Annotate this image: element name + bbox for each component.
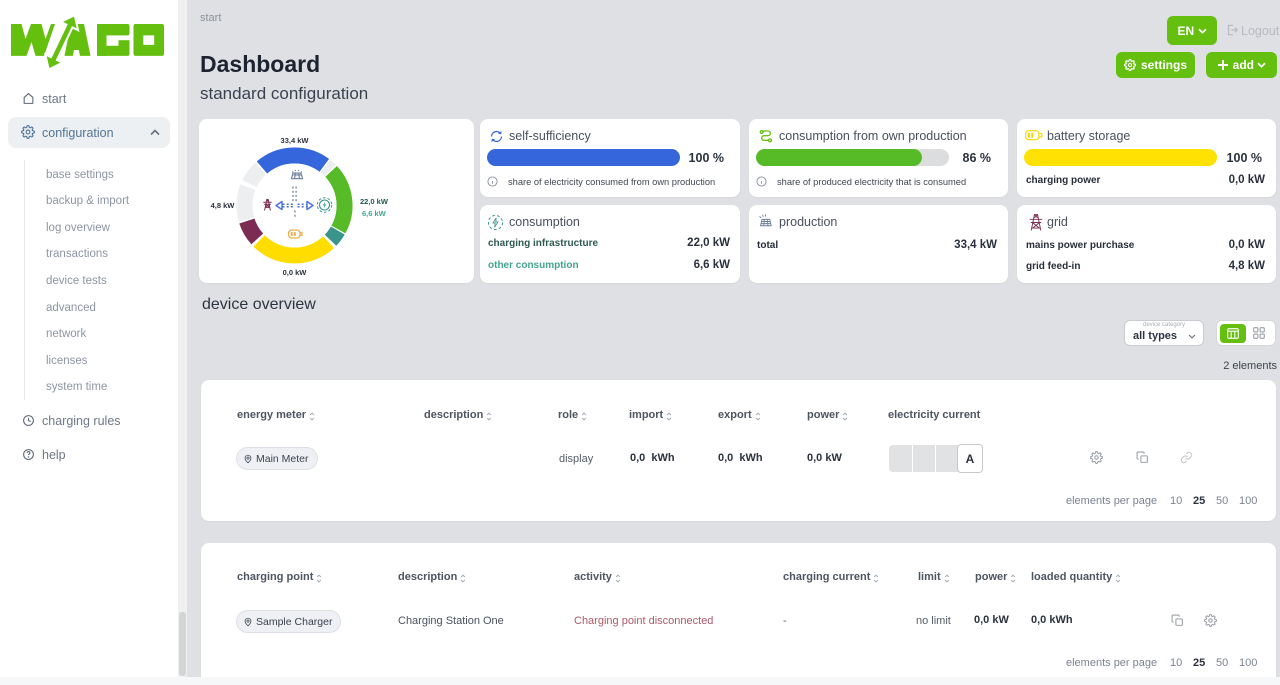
svg-text:0,0 kW: 0,0 kW [283, 268, 308, 277]
svg-text:22,0 kW: 22,0 kW [360, 197, 389, 206]
svg-text:6,6 kW: 6,6 kW [362, 209, 387, 218]
svg-text:4,8 kW: 4,8 kW [211, 201, 236, 210]
svg-text:33,4 kW: 33,4 kW [281, 136, 310, 145]
